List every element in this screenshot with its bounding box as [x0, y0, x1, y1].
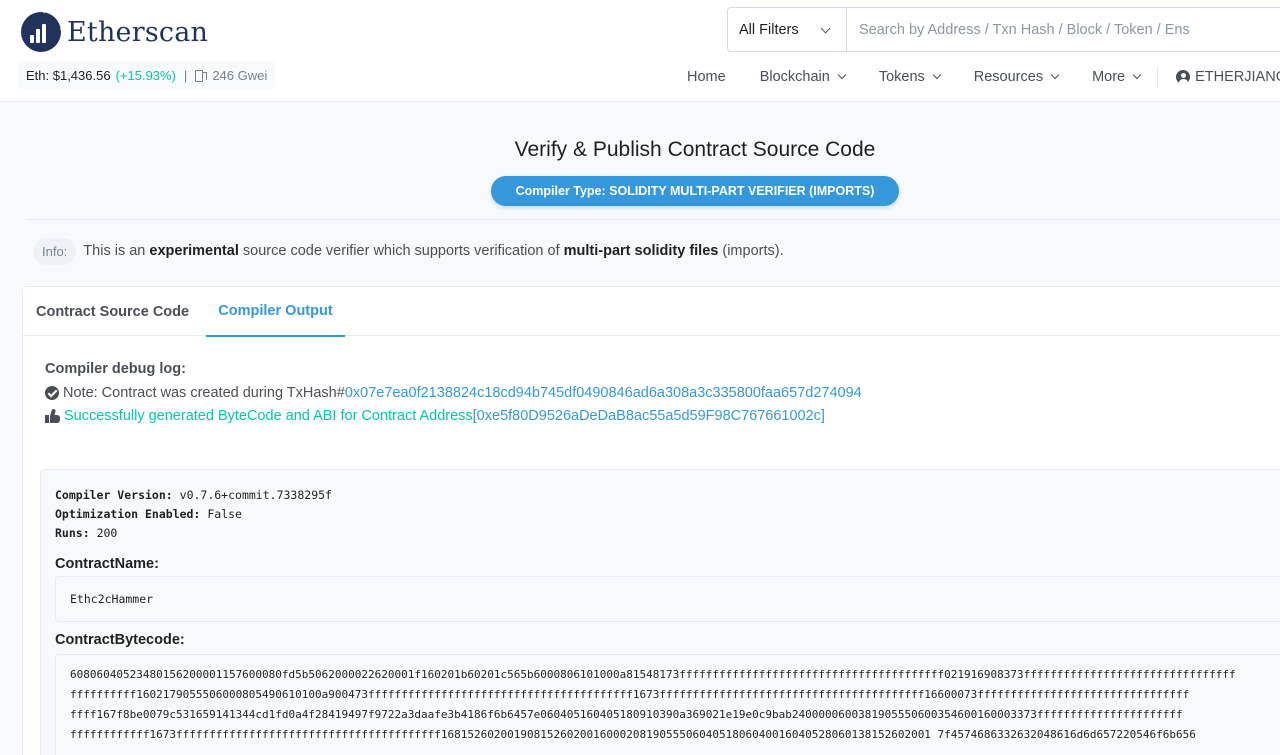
runs: 200: [96, 526, 118, 540]
search-input[interactable]: [847, 8, 1280, 51]
nav-more-label: More: [1092, 69, 1126, 85]
chevron-down-icon: [932, 70, 942, 80]
chevron-down-icon: [1050, 70, 1060, 80]
nav-resources[interactable]: Resources: [957, 69, 1075, 85]
chevron-down-icon: [1132, 70, 1142, 80]
divider: [28, 219, 1280, 220]
etherscan-logo[interactable]: Etherscan: [21, 12, 208, 52]
main-nav: Home Blockchain Tokens Resources More ET…: [670, 62, 1280, 92]
bytecode-line: ffffffffff1602179055506000805490610100a9…: [70, 688, 1190, 701]
nav-divider: [1157, 66, 1159, 88]
compiler-output-box: Compiler Version: v0.7.6+commit.7338295f…: [40, 469, 1280, 755]
site-header: Etherscan Eth: $1,436.56 (+15.93%) | 246…: [0, 0, 1280, 102]
search-filter-select[interactable]: All Filters: [728, 8, 847, 51]
chevron-down-icon: [820, 23, 831, 34]
eth-price: Eth: $1,436.56: [26, 67, 111, 83]
debug-log-success: Successfully generated ByteCode and ABI …: [45, 408, 825, 424]
nav-home-label: Home: [687, 69, 726, 85]
etherscan-logo-icon: [21, 12, 61, 52]
tab-bar: Contract Source Code Compiler Output: [23, 287, 1280, 337]
bytecode-line: 60806040523480156200001157600080fd5b5062…: [70, 668, 1236, 681]
info-pill: Info:: [33, 237, 77, 265]
user-circle-icon: [1176, 70, 1191, 84]
info-notice: Info: This is an experimental source cod…: [33, 236, 784, 266]
tab-contract-source-code[interactable]: Contract Source Code: [36, 287, 189, 336]
page-title: Verify & Publish Contract Source Code: [514, 138, 876, 161]
search-filter-label: All Filters: [739, 21, 799, 38]
nav-home[interactable]: Home: [670, 69, 743, 85]
check-circle-icon: [45, 386, 59, 400]
nav-tokens-label: Tokens: [878, 69, 925, 85]
compiler-version: v0.7.6+commit.7338295f: [179, 488, 332, 502]
logo-text: Etherscan: [67, 16, 209, 48]
compiler-meta: Compiler Version: v0.7.6+commit.7338295f…: [55, 488, 332, 540]
search-bar: All Filters: [727, 7, 1280, 52]
nav-blockchain-label: Blockchain: [759, 69, 830, 85]
contract-bytecode-label: ContractBytecode:: [55, 632, 185, 648]
nav-user-account[interactable]: ETHERJIANG: [1159, 69, 1280, 85]
nav-more[interactable]: More: [1075, 69, 1157, 85]
gas-price[interactable]: 246 Gwei: [212, 68, 267, 83]
bytecode-line: ffff167f8be0079c531659141344cd1fd0a4f284…: [70, 708, 1183, 721]
debug-log-note-text: Note: Contract was created during TxHash…: [63, 385, 345, 401]
debug-log-success-text: Successfully generated ByteCode and ABI …: [64, 408, 473, 424]
debug-log-note: Note: Contract was created during TxHash…: [45, 385, 862, 401]
nav-resources-label: Resources: [973, 69, 1044, 85]
thumbs-up-icon: [45, 408, 60, 423]
nav-user-label: ETHERJIANG: [1195, 69, 1280, 85]
verify-card: Contract Source Code Compiler Output Com…: [22, 286, 1280, 755]
contract-address-link[interactable]: [0xe5f80D9526aDeDaB8ac55a5d59F98C7676610…: [473, 408, 825, 424]
bytecode-line: ffffffffffff1673ffffffffffffffffffffffff…: [70, 728, 1196, 741]
optimization-enabled: False: [207, 507, 242, 521]
txhash-link[interactable]: 0x07e7ea0f2138824c18cd94b745df0490846ad6…: [345, 385, 862, 401]
nav-blockchain[interactable]: Blockchain: [743, 69, 862, 85]
nav-tokens[interactable]: Tokens: [862, 69, 957, 85]
tab-compiler-output[interactable]: Compiler Output: [206, 287, 345, 337]
info-text: This is an experimental source code veri…: [83, 243, 784, 259]
gas-pump-icon: [195, 69, 208, 82]
eth-price-ticker: Eth: $1,436.56 (+15.93%) | 246 Gwei: [18, 61, 276, 89]
price-separator: |: [183, 67, 188, 83]
debug-log-title: Compiler debug log:: [45, 361, 186, 377]
contract-name-field[interactable]: Ethc2cHammer: [55, 576, 1280, 622]
contract-bytecode-field[interactable]: 60806040523480156200001157600080fd5b5062…: [55, 654, 1280, 755]
eth-price-change: (+15.93%): [115, 67, 176, 83]
compiler-type-badge: Compiler Type: SOLIDITY MULTI-PART VERIF…: [491, 176, 899, 206]
contract-name-label: ContractName:: [55, 556, 159, 572]
chevron-down-icon: [837, 70, 847, 80]
